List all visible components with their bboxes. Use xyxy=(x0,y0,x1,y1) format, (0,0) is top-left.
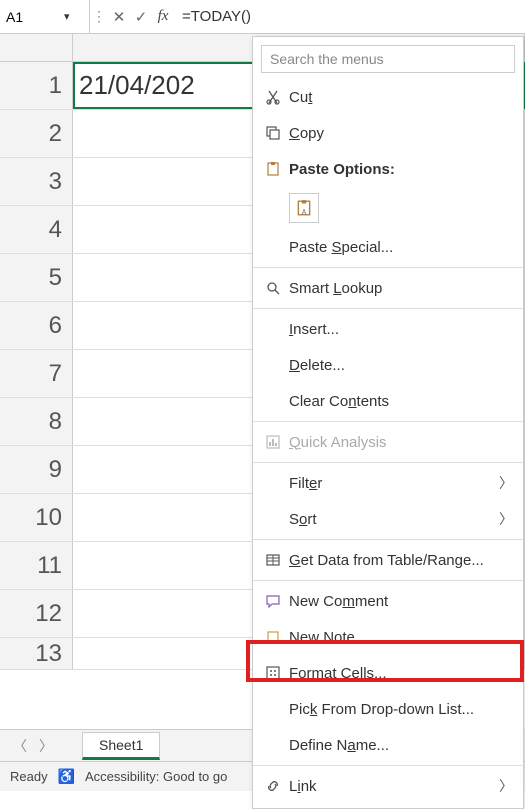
row-header-7[interactable]: 7 xyxy=(0,350,73,397)
menu-sort[interactable]: Sort 〉 xyxy=(253,501,523,537)
menu-filter[interactable]: Filter 〉 xyxy=(253,465,523,501)
clipboard-icon xyxy=(259,161,287,177)
menu-pick-dropdown[interactable]: Pick From Drop-down List... xyxy=(253,691,523,727)
menu-delete[interactable]: Delete... xyxy=(253,347,523,383)
row-header-5[interactable]: 5 xyxy=(0,254,73,301)
menu-clear-contents-label: Clear Contents xyxy=(287,393,517,410)
comment-icon xyxy=(259,593,287,609)
menu-clear-contents[interactable]: Clear Contents xyxy=(253,383,523,419)
paste-option-default[interactable]: A xyxy=(253,187,523,229)
note-icon xyxy=(259,629,287,645)
menu-smart-lookup-label: Smart Lookup xyxy=(287,280,517,297)
status-accessibility: Accessibility: Good to go xyxy=(85,769,227,784)
menu-paste-special-label: Paste Special... xyxy=(287,239,517,256)
sheet-tab-sheet1[interactable]: Sheet1 xyxy=(82,732,160,760)
row-header-11[interactable]: 11 xyxy=(0,542,73,589)
cut-icon xyxy=(259,89,287,105)
menu-format-cells-label: Format Cells... xyxy=(287,665,517,682)
formula-value[interactable]: =TODAY() xyxy=(174,8,251,25)
search-icon xyxy=(259,280,287,296)
link-icon xyxy=(259,778,287,794)
status-ready: Ready xyxy=(10,769,48,784)
chevron-right-icon: 〉 xyxy=(499,509,513,529)
menu-copy-label: Copy xyxy=(287,125,517,142)
menu-get-data[interactable]: Get Data from Table/Range... xyxy=(253,542,523,578)
cancel-icon[interactable]: ✕ xyxy=(108,8,130,26)
menu-link-label: Link xyxy=(287,778,517,795)
menu-new-note[interactable]: New Note xyxy=(253,619,523,655)
format-cells-icon xyxy=(259,665,287,681)
menu-link[interactable]: Link 〉 xyxy=(253,768,523,804)
row-header-4[interactable]: 4 xyxy=(0,206,73,253)
menu-new-note-label: New Note xyxy=(287,629,517,646)
chevron-right-icon: 〉 xyxy=(499,776,513,796)
menu-quick-analysis: Quick Analysis xyxy=(253,424,523,460)
menu-filter-label: Filter xyxy=(287,475,517,492)
menu-paste-options: Paste Options: xyxy=(253,151,523,187)
sheet-next-icon[interactable]: 〉 xyxy=(36,736,56,756)
menu-delete-label: Delete... xyxy=(287,357,517,374)
menu-cut[interactable]: Cut xyxy=(253,79,523,115)
menu-sort-label: Sort xyxy=(287,511,517,528)
row-header-9[interactable]: 9 xyxy=(0,446,73,493)
menu-copy[interactable]: Copy xyxy=(253,115,523,151)
menu-insert-label: Insert... xyxy=(287,321,517,338)
row-header-3[interactable]: 3 xyxy=(0,158,73,205)
menu-paste-options-label: Paste Options: xyxy=(287,161,517,178)
formula-bar: ▾ ⋮ ✕ ✓ fx =TODAY() xyxy=(0,0,525,34)
fx-icon[interactable]: fx xyxy=(152,8,174,25)
menu-pick-dropdown-label: Pick From Drop-down List... xyxy=(287,701,517,718)
menu-get-data-label: Get Data from Table/Range... xyxy=(287,552,517,569)
row-header-2[interactable]: 2 xyxy=(0,110,73,157)
name-box[interactable]: ▾ xyxy=(0,0,90,33)
menu-format-cells[interactable]: Format Cells... xyxy=(253,655,523,691)
accessibility-icon: ♿ xyxy=(58,768,75,785)
menu-cut-label: Cut xyxy=(287,89,517,106)
menu-search-input[interactable] xyxy=(261,45,515,73)
context-menu: Cut Copy Paste Options: A Paste Special.… xyxy=(252,36,524,809)
menu-new-comment[interactable]: New Comment xyxy=(253,583,523,619)
paste-default-icon[interactable]: A xyxy=(289,193,319,223)
row-header-10[interactable]: 10 xyxy=(0,494,73,541)
row-header-8[interactable]: 8 xyxy=(0,398,73,445)
svg-text:A: A xyxy=(301,208,307,217)
menu-smart-lookup[interactable]: Smart Lookup xyxy=(253,270,523,306)
menu-insert[interactable]: Insert... xyxy=(253,311,523,347)
row-header-13[interactable]: 13 xyxy=(0,638,73,669)
row-header-1[interactable]: 1 xyxy=(0,62,73,109)
menu-paste-special[interactable]: Paste Special... xyxy=(253,229,523,265)
row-header-6[interactable]: 6 xyxy=(0,302,73,349)
quick-analysis-icon xyxy=(259,434,287,450)
row-header-12[interactable]: 12 xyxy=(0,590,73,637)
menu-quick-analysis-label: Quick Analysis xyxy=(287,434,517,451)
table-icon xyxy=(259,552,287,568)
chevron-down-icon[interactable]: ▾ xyxy=(64,10,70,23)
separator: ⋮ xyxy=(90,8,108,25)
sheet-prev-icon[interactable]: 〈 xyxy=(10,736,30,756)
name-box-input[interactable] xyxy=(6,9,64,25)
menu-define-name[interactable]: Define Name... xyxy=(253,727,523,763)
menu-new-comment-label: New Comment xyxy=(287,593,517,610)
copy-icon xyxy=(259,125,287,141)
chevron-right-icon: 〉 xyxy=(499,473,513,493)
select-all-corner[interactable] xyxy=(0,34,73,61)
enter-icon[interactable]: ✓ xyxy=(130,8,152,26)
menu-define-name-label: Define Name... xyxy=(287,737,517,754)
